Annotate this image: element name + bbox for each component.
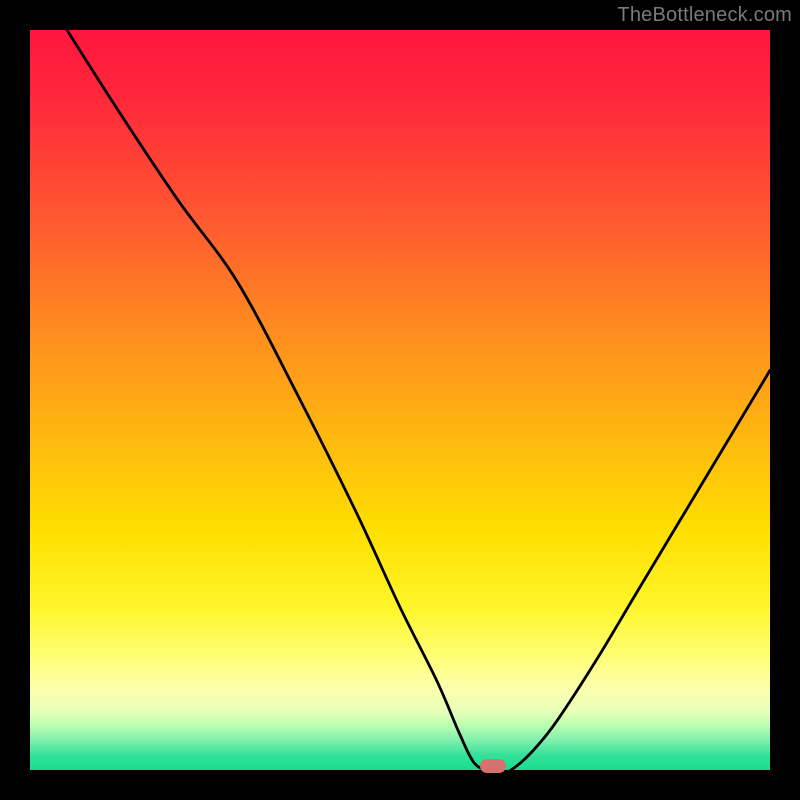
- chart-frame: TheBottleneck.com: [0, 0, 800, 800]
- curve-layer: [30, 30, 770, 770]
- optimum-marker: [480, 759, 506, 773]
- plot-area: [30, 30, 770, 770]
- bottleneck-curve: [67, 30, 770, 773]
- watermark-text: TheBottleneck.com: [617, 4, 792, 27]
